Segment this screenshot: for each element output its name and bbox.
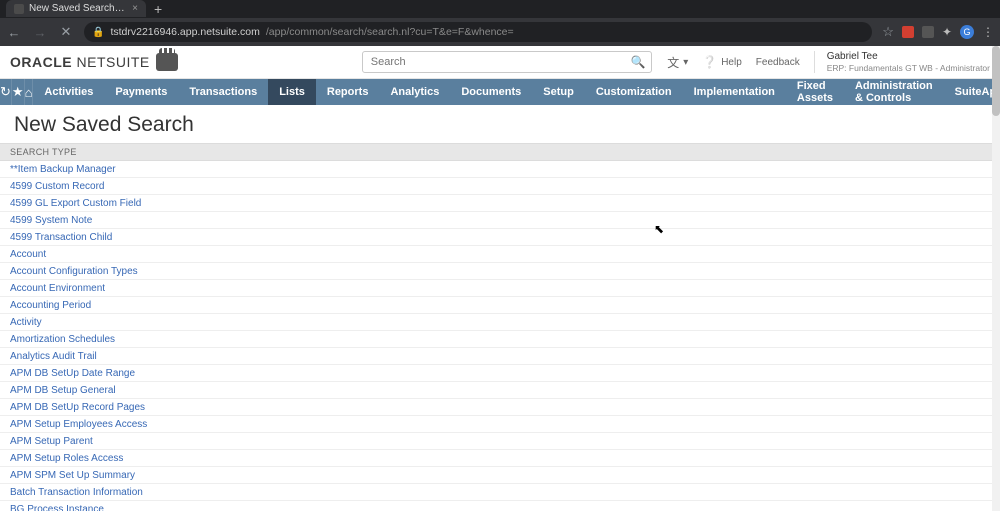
search-type-row[interactable]: APM DB SetUp Record Pages (0, 399, 1000, 416)
browser-toolbar: ← → ✕ 🔒 tstdrv2216946.app.netsuite.com/a… (0, 18, 1000, 46)
search-type-row[interactable]: BG Process Instance (0, 501, 1000, 511)
search-type-row[interactable]: 4599 Custom Record (0, 178, 1000, 195)
extensions-button[interactable]: ✦ (942, 25, 952, 39)
feedback-label: Feedback (756, 57, 800, 68)
scrollbar-thumb[interactable] (992, 46, 1000, 116)
search-type-row[interactable]: Accounting Period (0, 297, 1000, 314)
nav-recent-icon[interactable]: ↻ (0, 79, 12, 105)
search-type-row[interactable]: APM Setup Employees Access (0, 416, 1000, 433)
nav-stop-button[interactable]: ✕ (58, 24, 74, 40)
nav-home-icon[interactable]: ⌂ (25, 79, 34, 105)
storefront-icon (156, 53, 178, 71)
nav-item-documents[interactable]: Documents (450, 79, 532, 105)
netsuite-page: ORACLE NETSUITE 🔍 文▾ ❔ Help Feedback Gabr… (0, 46, 1000, 511)
search-type-row[interactable]: Activity (0, 314, 1000, 331)
nav-item-payments[interactable]: Payments (104, 79, 178, 105)
help-label: Help (721, 57, 742, 68)
search-type-row[interactable]: Analytics Audit Trail (0, 348, 1000, 365)
nav-item-fixed-assets[interactable]: Fixed Assets (786, 79, 844, 105)
nav-item-administration-controls[interactable]: Administration & Controls (844, 79, 944, 105)
new-tab-button[interactable]: + (154, 1, 162, 17)
url-path: /app/common/search/search.nl?cu=T&e=F&wh… (266, 26, 514, 38)
extension-icon-1[interactable] (902, 26, 914, 38)
browser-menu-button[interactable]: ⋮ (982, 25, 994, 39)
search-icon[interactable]: 🔍 (631, 55, 646, 69)
extension-icon-2[interactable] (922, 26, 934, 38)
nav-item-setup[interactable]: Setup (532, 79, 585, 105)
search-type-row[interactable]: Batch Transaction Information (0, 484, 1000, 501)
search-type-row[interactable]: Account Configuration Types (0, 263, 1000, 280)
search-type-row[interactable]: Amortization Schedules (0, 331, 1000, 348)
search-type-row[interactable]: 4599 System Note (0, 212, 1000, 229)
browser-tab[interactable]: New Saved Search - NetSuite (t × (6, 0, 146, 17)
user-role: ERP: Fundamentals GT WB - Administrator (827, 63, 990, 73)
netsuite-logo[interactable]: ORACLE NETSUITE (10, 53, 178, 71)
search-type-row[interactable]: APM Setup Parent (0, 433, 1000, 450)
nav-item-implementation[interactable]: Implementation (683, 79, 786, 105)
tab-favicon (14, 4, 24, 14)
search-type-row[interactable]: Account (0, 246, 1000, 263)
address-bar[interactable]: 🔒 tstdrv2216946.app.netsuite.com/app/com… (84, 22, 872, 42)
profile-avatar[interactable]: G (960, 25, 974, 39)
nav-item-lists[interactable]: Lists (268, 79, 316, 105)
help-link[interactable]: ❔ Help (702, 55, 742, 69)
feedback-link[interactable]: Feedback (756, 57, 800, 68)
tab-close-icon[interactable]: × (132, 3, 138, 14)
nav-item-transactions[interactable]: Transactions (178, 79, 268, 105)
nav-item-reports[interactable]: Reports (316, 79, 380, 105)
user-name: Gabriel Tee (827, 51, 990, 63)
nav-forward-button[interactable]: → (32, 25, 48, 40)
search-type-row[interactable]: APM DB Setup General (0, 382, 1000, 399)
scrollbar-track[interactable] (992, 46, 1000, 511)
user-menu[interactable]: Gabriel Tee ERP: Fundamentals GT WB - Ad… (814, 51, 990, 73)
tab-title: New Saved Search - NetSuite (t (29, 3, 126, 14)
search-type-row[interactable]: APM SPM Set Up Summary (0, 467, 1000, 484)
language-button[interactable]: 文▾ (667, 54, 688, 71)
help-icon: ❔ (702, 55, 717, 69)
nav-favorites-icon[interactable]: ★ (12, 79, 25, 105)
page-title: New Saved Search (0, 105, 1000, 143)
browser-tabstrip: New Saved Search - NetSuite (t × + (0, 0, 1000, 17)
bookmark-star-icon[interactable]: ☆ (882, 24, 894, 40)
search-type-row[interactable]: APM DB SetUp Date Range (0, 365, 1000, 382)
lock-icon: 🔒 (92, 27, 104, 38)
netsuite-header: ORACLE NETSUITE 🔍 文▾ ❔ Help Feedback Gabr… (0, 46, 1000, 79)
search-type-row[interactable]: 4599 Transaction Child (0, 229, 1000, 246)
url-host: tstdrv2216946.app.netsuite.com (110, 26, 259, 38)
search-type-row[interactable]: APM Setup Roles Access (0, 450, 1000, 467)
extension-area: ☆ ✦ G ⋮ (882, 24, 994, 40)
global-search-input[interactable] (362, 51, 652, 73)
globe-icon: 文 (667, 54, 679, 71)
logo-netsuite-text: NETSUITE (77, 54, 150, 70)
nav-item-activities[interactable]: Activities (33, 79, 104, 105)
list-header: SEARCH TYPE (0, 143, 1000, 161)
main-nav: ↻ ★ ⌂ ActivitiesPaymentsTransactionsList… (0, 79, 1000, 105)
search-type-row[interactable]: **Item Backup Manager (0, 161, 1000, 178)
search-type-row[interactable]: Account Environment (0, 280, 1000, 297)
nav-item-analytics[interactable]: Analytics (379, 79, 450, 105)
nav-item-customization[interactable]: Customization (585, 79, 683, 105)
logo-oracle-text: ORACLE (10, 54, 72, 70)
search-type-row[interactable]: 4599 GL Export Custom Field (0, 195, 1000, 212)
nav-back-button[interactable]: ← (6, 25, 22, 40)
